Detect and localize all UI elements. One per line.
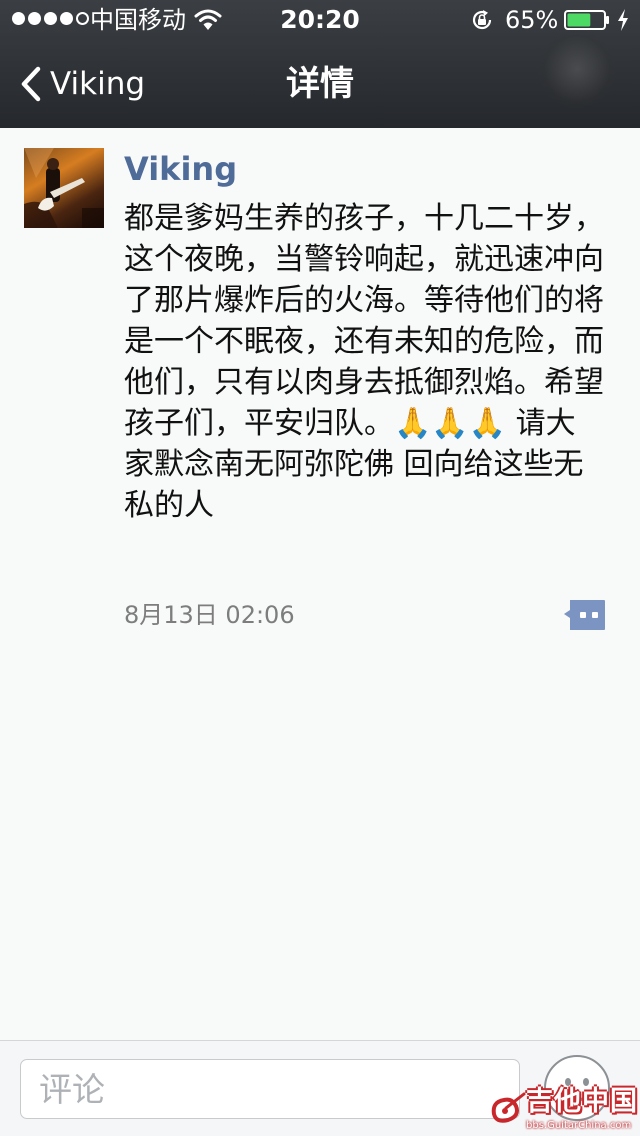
battery-icon <box>564 10 609 30</box>
post-timestamp: 8月13日 02:06 <box>124 601 295 629</box>
status-bar: 中国移动 20:20 65% <box>0 0 640 40</box>
charging-bolt-icon <box>618 9 628 31</box>
emoji-smile-icon <box>561 1078 593 1102</box>
rotation-lock-icon <box>472 10 492 30</box>
comment-bar <box>0 1040 640 1136</box>
comment-input[interactable] <box>20 1059 520 1119</box>
author-avatar[interactable] <box>24 148 104 228</box>
emoji-button[interactable] <box>544 1055 610 1121</box>
navigation-bar: Viking 详情 <box>0 30 640 128</box>
detail-screen: 中国移动 20:20 65% Viking 详情 Viking 都是爹妈生养的孩… <box>0 0 640 1136</box>
post-detail: Viking 都是爹妈生养的孩子，十几二十岁，这个夜晚，当警铃响起，就迅速冲向了… <box>0 128 640 1040</box>
page-title: 详情 <box>286 64 354 104</box>
post-text: 都是爹妈生养的孩子，十几二十岁，这个夜晚，当警铃响起，就迅速冲向了那片爆炸后的火… <box>124 201 604 523</box>
author-name[interactable]: Viking <box>124 148 237 190</box>
top-bar: 中国移动 20:20 65% Viking 详情 <box>0 0 640 128</box>
comment-bubble-icon[interactable] <box>563 598 607 632</box>
battery-percent: 65% <box>505 6 559 34</box>
avatar-photo <box>24 148 104 228</box>
